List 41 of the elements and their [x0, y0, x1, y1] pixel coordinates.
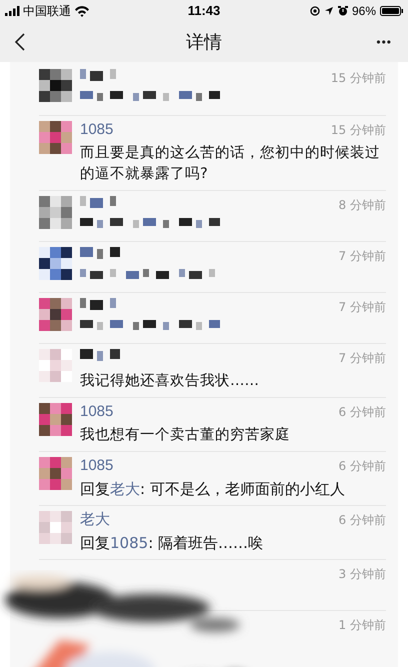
- wifi-icon: [74, 5, 90, 17]
- back-icon: [14, 32, 26, 52]
- more-button[interactable]: •••: [376, 33, 392, 51]
- clock: 11:43: [188, 2, 220, 20]
- timestamp: 6 分钟前: [338, 404, 386, 421]
- timestamp: 8 分钟前: [338, 197, 386, 214]
- comment-text: : 隔着班告……唉: [148, 533, 264, 554]
- mentioned-user[interactable]: 1085: [110, 533, 148, 554]
- carrier-name: 中国联通: [23, 3, 71, 20]
- signal-icon: [5, 6, 20, 16]
- location-arrow-icon: [324, 6, 334, 16]
- commenter-name[interactable]: 1085: [80, 121, 114, 139]
- redacted-text-drawing: [80, 196, 116, 208]
- comment-text: 而且要是真的这么苦的话，您初中的时候装过的逼不就暴露了吗?: [80, 144, 381, 184]
- timestamp: 7 分钟前: [338, 350, 386, 367]
- alarm-clock-icon: [338, 6, 348, 16]
- rotation-lock-icon: [310, 6, 320, 16]
- comment-text: : 可不是么，老师面前的小红人: [140, 479, 345, 500]
- mentioned-user[interactable]: 老大: [110, 479, 140, 500]
- redacted-text-drawing: [80, 69, 116, 81]
- redacted-text-drawing: [80, 247, 120, 259]
- timestamp: 15 分钟前: [330, 70, 386, 87]
- timestamp: 7 分钟前: [338, 299, 386, 316]
- comment-text: 我也想有一个卖古董的穷苦家庭: [80, 426, 291, 445]
- redacted-text-drawing: [80, 298, 116, 310]
- comment-text: 我记得她还喜欢告我状……: [80, 372, 260, 391]
- redacted-text-drawing: [80, 349, 120, 361]
- page-title: 详情: [186, 30, 222, 54]
- timestamp: 7 分钟前: [338, 248, 386, 265]
- reply-label: 回复: [80, 533, 110, 554]
- battery-percent: 96%: [352, 3, 376, 20]
- timestamp: 3 分钟前: [338, 566, 386, 583]
- timestamp: 6 分钟前: [338, 458, 386, 475]
- commenter-name[interactable]: 1085: [80, 457, 114, 475]
- timestamp: 1 分钟前: [338, 617, 386, 634]
- reply-label: 回复: [80, 479, 110, 500]
- commenter-name[interactable]: 1085: [80, 403, 114, 421]
- timestamp: 6 分钟前: [338, 512, 386, 529]
- commenter-name[interactable]: 老大: [80, 511, 110, 529]
- battery-icon: [380, 6, 403, 16]
- timestamp: 15 分钟前: [330, 122, 386, 139]
